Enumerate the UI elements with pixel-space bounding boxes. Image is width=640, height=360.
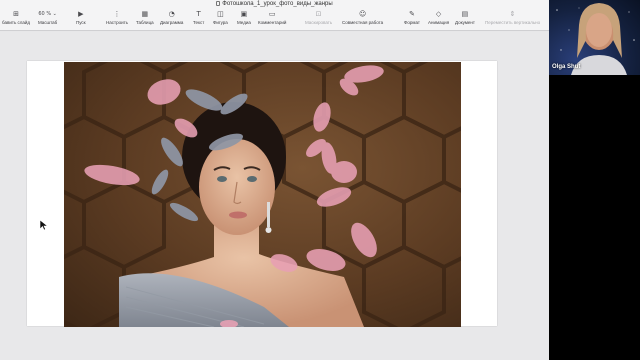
add-slide-icon: ⊞: [13, 10, 19, 18]
window-title: Фотошкола_1_урок_фото_виды_жанры: [222, 1, 333, 7]
collaborate-icon: ☺: [358, 10, 367, 18]
format-icon: ✎: [409, 10, 415, 18]
shape-icon: ◫: [217, 10, 224, 18]
text-icon: T: [196, 10, 201, 18]
document-button[interactable]: ▤ Документ: [455, 10, 475, 30]
media-button[interactable]: ▣ Медиа: [237, 10, 251, 30]
participant-video[interactable]: Olga Shut: [549, 0, 640, 75]
add-slide-button[interactable]: ⊞ бавить слайд: [2, 10, 30, 30]
slide-photo[interactable]: [64, 62, 461, 327]
table-icon: ▦: [141, 10, 149, 18]
play-icon: ▶: [78, 10, 84, 18]
keynote-window: Фотошкола_1_урок_фото_виды_жанры ⊞ бавит…: [0, 0, 549, 360]
animate-icon: ◇: [435, 10, 442, 18]
mouse-pointer-icon: [40, 220, 48, 230]
text-button[interactable]: T Текст: [193, 10, 204, 30]
zoom-control[interactable]: 60 % ⌄ Масштаб: [38, 10, 57, 30]
video-panel-background: [549, 75, 640, 360]
zoom-label: Масштаб: [38, 20, 58, 25]
collaborate-button[interactable]: ☺ Совместная работа: [342, 10, 383, 30]
chart-button[interactable]: ◔ Диаграмма: [160, 10, 183, 30]
mask-button[interactable]: ⊡ Маскировать: [305, 10, 332, 30]
title-bar: Фотошкола_1_урок_фото_виды_жанры: [0, 0, 549, 9]
table-button[interactable]: ▦ Таблица: [136, 10, 154, 30]
document-icon: ▤: [461, 10, 469, 18]
animate-button[interactable]: ◇ Анимация: [428, 10, 449, 30]
format-button[interactable]: ✎ Формат: [404, 10, 420, 30]
media-icon: ▣: [240, 10, 248, 18]
chevron-down-icon: ⌄: [52, 11, 57, 17]
play-button[interactable]: ▶ Пуск: [76, 10, 86, 30]
chart-icon: ◔: [168, 10, 175, 18]
move-vertically-button[interactable]: ⇕ Переместить вертикально: [485, 10, 540, 30]
toolbar: ⊞ бавить слайд 60 % ⌄ Масштаб ▶ Пуск ⋮ Н…: [0, 9, 549, 31]
zoom-value: 60 %: [38, 11, 52, 17]
photo-illustration: [64, 62, 461, 327]
document-icon: [216, 1, 221, 6]
mask-icon: ⊡: [315, 10, 322, 18]
comment-icon: ▭: [268, 10, 276, 18]
participant-name: Olga Shut: [552, 64, 581, 70]
customize-button[interactable]: ⋮ Настроить: [106, 10, 128, 30]
comment-button[interactable]: ▭ Комментарий: [258, 10, 286, 30]
customize-icon: ⋮: [113, 10, 121, 18]
shape-button[interactable]: ◫ Фигура: [213, 10, 228, 30]
move-icon: ⇕: [509, 10, 516, 18]
